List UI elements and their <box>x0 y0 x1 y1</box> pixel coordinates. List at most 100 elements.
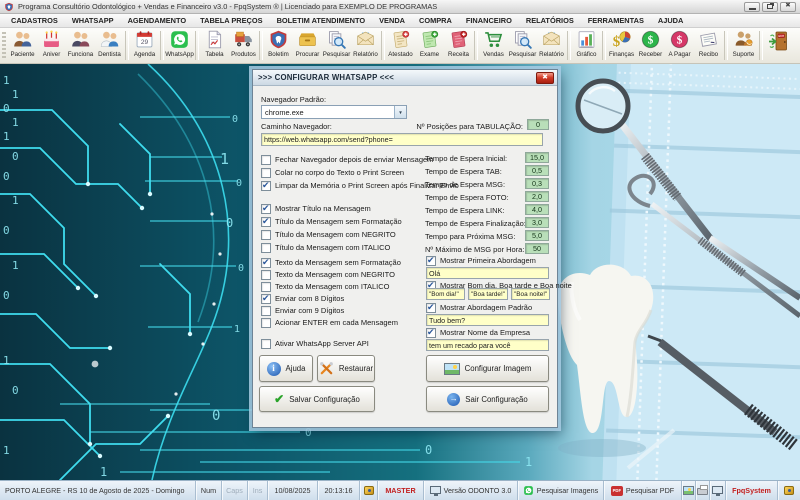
toolbar-button-vendas[interactable]: Vendas <box>479 29 508 62</box>
printer-icon <box>697 488 708 495</box>
menu-tabela-precos[interactable]: TABELA PREÇOS <box>193 14 269 27</box>
checkbox-enviar-9-digitos[interactable]: Enviar com 9 Dígitos <box>261 305 344 316</box>
timer-value[interactable]: 15,0 <box>525 152 549 163</box>
toolbar-button-whatsapp[interactable]: WhatsApp <box>165 29 194 62</box>
help-button[interactable]: Ajuda <box>259 355 313 382</box>
checkbox-icon <box>261 230 271 240</box>
checkbox-colar-print[interactable]: Colar no corpo do Texto o Print Screen <box>261 167 404 178</box>
dialog-titlebar[interactable]: >>> CONFIGURAR WHATSAPP <<< ✖ <box>253 70 557 86</box>
menu-boletim-atendimento[interactable]: BOLETIM ATENDIMENTO <box>270 14 373 27</box>
checkbox-titulo-italico[interactable]: Título da Mensagem com ITALICO <box>261 242 390 253</box>
toolbar-button-tabela[interactable]: Tabela <box>200 29 229 62</box>
exit-door-icon <box>767 29 791 53</box>
checkbox-mostrar-nome-empresa[interactable]: Mostrar Nome da Empresa <box>426 327 530 338</box>
menu-whatsapp[interactable]: WHATSAPP <box>65 14 121 27</box>
checkbox-enviar-8-digitos[interactable]: Enviar com 8 Dígitos <box>261 293 344 304</box>
greeting-night-input[interactable] <box>511 288 550 300</box>
toolbar-button-atestado[interactable]: Atestado <box>386 29 415 62</box>
toolbar-button-suporte[interactable]: Suporte <box>729 29 758 62</box>
toolbar-button-funciona[interactable]: Funciona <box>66 29 95 62</box>
tools-icon <box>319 361 334 376</box>
menu-ajuda[interactable]: AJUDA <box>651 14 690 27</box>
toolbar-button-receita[interactable]: Receita <box>444 29 473 62</box>
tabulation-value[interactable]: 0 <box>527 119 549 130</box>
window-close-button[interactable]: ✖ <box>780 2 796 12</box>
checkbox-titulo-sem-formatacao[interactable]: Título da Mensagem sem Formatação <box>261 216 402 227</box>
greeting-afternoon-input[interactable] <box>468 288 508 300</box>
configure-image-button[interactable]: Configurar Imagem <box>426 355 549 382</box>
dialog-close-button[interactable]: ✖ <box>536 72 554 84</box>
restore-button[interactable]: Restaurar <box>317 355 375 382</box>
timer-value[interactable]: 4,0 <box>525 204 549 215</box>
toolbar-button-dentista[interactable]: Dentista <box>95 29 124 62</box>
tabulation-label: Nº Posições para TABULAÇÃO: <box>403 122 523 131</box>
menu-compra[interactable]: COMPRA <box>412 14 459 27</box>
status-print-tool[interactable] <box>696 481 710 500</box>
toolbar-button-sair-sistema[interactable] <box>764 29 793 62</box>
toolbar-button-financas[interactable]: Finanças <box>607 29 636 62</box>
greeting-morning-input[interactable] <box>426 288 465 300</box>
menu-relatorios[interactable]: RELATÓRIOS <box>519 14 581 27</box>
save-config-button[interactable]: Salvar Configuração <box>259 386 375 412</box>
svg-text:0: 0 <box>3 170 10 183</box>
toolbar-button-boletim[interactable]: Boletim <box>264 29 293 62</box>
computer-icon <box>430 486 441 494</box>
default-approach-input[interactable] <box>426 314 549 326</box>
patients-icon <box>12 29 33 50</box>
finance-icon <box>611 29 632 50</box>
timer-value[interactable]: 3,0 <box>525 217 549 228</box>
checkbox-label: Texto da Mensagem com NEGRITO <box>275 270 395 279</box>
checkbox-mostrar-abordagem-padrao[interactable]: Mostrar Abordagem Padrão <box>426 302 532 313</box>
toolbar-button-aniver[interactable]: Aniver <box>37 29 66 62</box>
status-search-pdf[interactable]: Pesquisar PDF <box>604 481 682 500</box>
toolbar-button-agenda[interactable]: Agenda <box>130 29 159 62</box>
status-image-tool[interactable] <box>682 481 696 500</box>
checkbox-texto-italico[interactable]: Texto da Mensagem com ITALICO <box>261 281 390 292</box>
toolbar-button-paciente[interactable]: Paciente <box>8 29 37 62</box>
toolbar-button-pesquisar[interactable]: Pesquisar <box>322 29 351 62</box>
toolbar-button-produtos[interactable]: Produtos <box>229 29 258 62</box>
menu-ferramentas[interactable]: FERRAMENTAS <box>581 14 651 27</box>
menu-agendamento[interactable]: AGENDAMENTO <box>121 14 194 27</box>
toolbar-button-relatorio[interactable]: Relatório <box>351 29 380 62</box>
checkbox-texto-sem-formatacao[interactable]: Texto da Mensagem sem Formatação <box>261 257 401 268</box>
checkbox-label: Enviar com 9 Dígitos <box>275 306 344 315</box>
menu-venda[interactable]: VENDA <box>372 14 412 27</box>
menu-cadastros[interactable]: CADASTROS <box>4 14 65 27</box>
toolbar-button-a-pagar[interactable]: A Pagar <box>665 29 694 62</box>
restore-button[interactable] <box>762 2 778 12</box>
toolbar-button-pesquisar-vendas[interactable]: Pesquisar <box>508 29 537 62</box>
timer-value[interactable]: 0,5 <box>525 165 549 176</box>
browser-path-input[interactable] <box>261 133 543 146</box>
svg-text:1: 1 <box>3 354 10 367</box>
checkbox-acionar-enter[interactable]: Acionar ENTER em cada Mensagem <box>261 317 398 328</box>
menu-financeiro[interactable]: FINANCEIRO <box>459 14 519 27</box>
checkbox-fechar-navegador[interactable]: Fechar Navegador depois de enviar Mensag… <box>261 154 433 165</box>
timer-value[interactable]: 2,0 <box>525 191 549 202</box>
svg-text:0: 0 <box>236 178 242 189</box>
minimize-button[interactable] <box>744 2 760 12</box>
checkbox-mostrar-primeira-abordagem[interactable]: Mostrar Primeira Abordagem <box>426 255 536 266</box>
status-search-images[interactable]: Pesquisar Imagens <box>518 481 604 500</box>
browser-select[interactable]: chrome.exe ▼ <box>261 105 407 119</box>
checkbox-titulo-negrito[interactable]: Título da Mensagem com NEGRITO <box>261 229 396 240</box>
toolbar-button-procurar[interactable]: Procurar <box>293 29 322 62</box>
timer-value[interactable]: 0,3 <box>525 178 549 189</box>
toolbar-button-recibo[interactable]: Recibo <box>694 29 723 62</box>
checkbox-mostrar-titulo[interactable]: Mostrar Título na Mensagem <box>261 203 371 214</box>
toolbar-button-grafico[interactable]: Gráfico <box>572 29 601 62</box>
checkbox-ativar-api[interactable]: Ativar WhatsApp Server API <box>261 338 369 349</box>
status-monitor-tool[interactable] <box>710 481 726 500</box>
first-approach-input[interactable] <box>426 267 549 279</box>
timer-value[interactable]: 50 <box>525 243 549 254</box>
checkbox-texto-negrito[interactable]: Texto da Mensagem com NEGRITO <box>261 269 395 280</box>
svg-text:0: 0 <box>226 216 233 230</box>
timer-value[interactable]: 5,0 <box>525 230 549 241</box>
exit-config-button[interactable]: Sair Configuração <box>426 386 549 412</box>
company-message-input[interactable] <box>426 339 549 351</box>
toolbar-button-relatorio-vendas[interactable]: Relatório <box>537 29 566 62</box>
toolbar-button-exame[interactable]: Exame <box>415 29 444 62</box>
toolbar-button-receber[interactable]: Receber <box>636 29 665 62</box>
svg-text:1: 1 <box>3 74 10 87</box>
checkbox-icon <box>261 306 271 316</box>
